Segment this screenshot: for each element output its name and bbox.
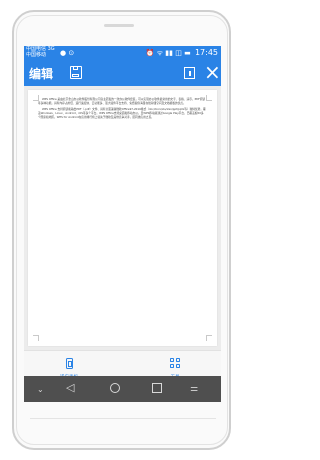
- notification-icons: ● ⊙: [60, 49, 75, 57]
- home-icon[interactable]: [110, 383, 120, 393]
- phone-icon: [65, 358, 73, 369]
- document-body: WPS Office 是由北京金山办公软件股份有限公司自主研发的一款办公软件套装…: [38, 97, 206, 120]
- system-icons: ⏰ ᯤ ▮▮ ◫: [145, 49, 182, 57]
- carrier-info: 中国电信 3G 中国移动: [26, 46, 55, 58]
- grid-icon: [169, 358, 181, 369]
- screen: 中国电信 3G 中国移动 ● ⊙ ⏰ ᯤ ▮▮ ◫ ▬ 17:45 编辑 × W…: [24, 46, 221, 402]
- menu-icon[interactable]: ⚌: [190, 382, 198, 396]
- app-toolbar: 编辑 ×: [24, 60, 221, 86]
- system-status: ⏰ ᯤ ▮▮ ◫ ▬ 17:45: [146, 48, 218, 58]
- clock: 17:45: [194, 48, 218, 57]
- earpiece-speaker: [104, 24, 134, 27]
- document-viewer[interactable]: WPS Office 是由北京金山办公软件股份有限公司自主研发的一款办公软件套装…: [24, 86, 221, 350]
- carrier-line-2: 中国移动: [26, 51, 47, 58]
- margin-mark-bottom-left: [33, 335, 39, 341]
- back-icon[interactable]: ◁: [66, 381, 74, 395]
- phone-chin: [30, 418, 216, 419]
- recent-apps-icon[interactable]: [152, 383, 162, 393]
- status-bar: 中国电信 3G 中国移动 ● ⊙ ⏰ ᯤ ▮▮ ◫ ▬ 17:45: [24, 46, 221, 60]
- margin-mark-bottom-right: [206, 335, 212, 341]
- page-count-icon[interactable]: [184, 67, 195, 79]
- close-icon[interactable]: ×: [204, 61, 221, 83]
- edit-button[interactable]: 编辑: [29, 65, 53, 82]
- hide-nav-icon[interactable]: ⌄: [37, 383, 44, 397]
- document-page[interactable]: WPS Office 是由北京金山办公软件股份有限公司自主研发的一款办公软件套装…: [28, 90, 217, 346]
- android-nav-bar: ⌄ ◁ ⚌: [24, 376, 221, 402]
- paragraph: WPS Office 支持阅读和输出PDF（.pdf）文件、具有全面兼容微软Of…: [38, 106, 206, 119]
- paragraph: WPS Office 是由北京金山办公软件股份有限公司自主研发的一款办公软件套装…: [38, 97, 206, 105]
- bottom-toolbar: 适应手机 工具: [24, 350, 221, 380]
- save-icon[interactable]: [70, 66, 82, 79]
- battery-icon: ▬: [184, 49, 191, 57]
- margin-mark-top-right: [206, 95, 212, 101]
